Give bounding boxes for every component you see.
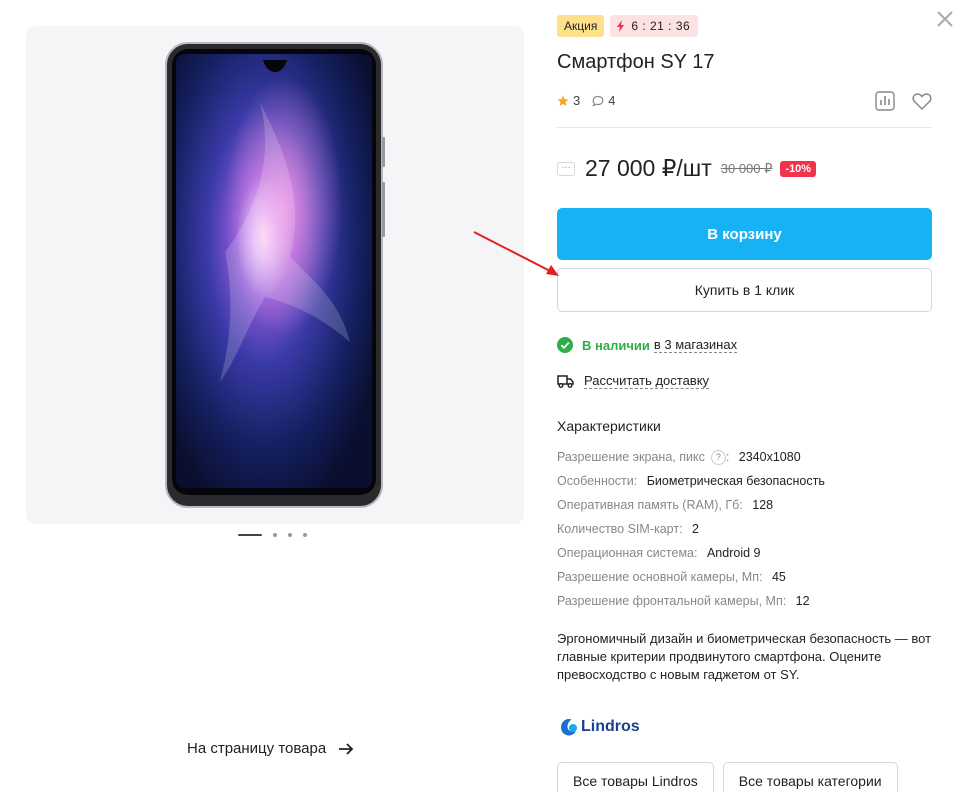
- lightning-icon: [617, 20, 625, 32]
- spec-key: Количество SIM-карт: [557, 522, 680, 536]
- all-category-products-button[interactable]: Все товары категории: [722, 762, 898, 792]
- pagination-active[interactable]: [238, 534, 262, 536]
- spec-separator: :: [739, 498, 747, 512]
- spec-separator: :: [758, 570, 766, 584]
- delivery: Рассчитать доставку: [557, 373, 710, 389]
- spec-value: 45: [771, 570, 786, 584]
- product-description: Эргономичный дизайн и биометрическая без…: [557, 631, 932, 682]
- current-price: 27 000 ₽/шт: [585, 155, 712, 181]
- discount-badge: -10%: [780, 160, 817, 177]
- gallery-pagination[interactable]: [238, 533, 307, 537]
- buy-one-click-button[interactable]: Купить в 1 клик: [557, 268, 932, 312]
- product-actions: [874, 90, 933, 112]
- pagination-dot[interactable]: [288, 533, 292, 537]
- timer-badge: 6 : 21 : 36: [610, 15, 699, 37]
- spec-key: Оперативная память (RAM), Гб: [557, 498, 740, 512]
- comments[interactable]: 4: [592, 93, 615, 108]
- product-image: [165, 42, 385, 508]
- to-product-link[interactable]: На страницу товара: [187, 740, 354, 757]
- spec-row: Особенности : Биометрическая безопасност…: [557, 469, 937, 493]
- spec-row: Операционная система : Android 9: [557, 541, 937, 565]
- spec-value: Биометрическая безопасность: [646, 474, 825, 488]
- old-price: 30 000 ₽: [720, 160, 773, 176]
- in-stock-status: В наличии: [582, 337, 650, 353]
- specs-title: Характеристики: [557, 418, 661, 434]
- spec-separator: :: [694, 546, 701, 560]
- spec-key: Особенности: [557, 474, 634, 488]
- spec-value: 2: [692, 522, 699, 536]
- spec-row: Разрешение фронтальной камеры, Мп : 12: [557, 589, 937, 613]
- spec-separator: :: [679, 522, 687, 536]
- to-product-label: На страницу товара: [187, 740, 327, 757]
- truck-icon: [557, 375, 574, 388]
- spec-row: Разрешение основной камеры, Мп : 45: [557, 565, 937, 589]
- heart-icon[interactable]: [911, 90, 933, 112]
- pagination-dot[interactable]: [303, 533, 307, 537]
- spec-row: Оперативная память (RAM), Гб : 128: [557, 493, 937, 517]
- add-to-cart-button[interactable]: В корзину: [557, 208, 932, 260]
- stores-link[interactable]: в 3 магазинах: [653, 337, 738, 353]
- spec-value: Android 9: [706, 546, 761, 560]
- rating[interactable]: 3: [557, 93, 580, 108]
- spec-row: Разрешение экрана, пикс ? : 2340x1080: [557, 445, 937, 469]
- spec-value: 12: [795, 594, 810, 608]
- comments-count: 4: [608, 93, 616, 108]
- availability: В наличии в 3 магазинах: [557, 337, 738, 353]
- timer-value: 6 : 21 : 36: [631, 19, 691, 33]
- check-circle-icon: [557, 337, 573, 353]
- spec-key: Операционная система: [557, 546, 695, 560]
- spec-separator: :: [725, 450, 733, 464]
- related-links: Все товары Lindros Все товары категории: [557, 762, 898, 792]
- product-meta: 3 4: [557, 93, 627, 108]
- spec-key: Разрешение экрана, пикс: [557, 450, 705, 464]
- brand-logo-icon: [561, 719, 577, 736]
- calc-delivery-link[interactable]: Рассчитать доставку: [584, 373, 710, 389]
- spec-separator: :: [633, 474, 641, 488]
- spec-key: Разрешение фронтальной камеры, Мп: [557, 594, 783, 608]
- annotation-arrow-icon: [473, 231, 559, 276]
- sale-badge: Акция: [557, 15, 605, 37]
- arrow-right-icon: [339, 742, 354, 755]
- spec-row: Количество SIM-карт : 2: [557, 517, 937, 541]
- close-icon[interactable]: [935, 9, 955, 29]
- compare-icon[interactable]: [874, 90, 896, 112]
- spec-value: 128: [752, 498, 774, 512]
- spec-key: Разрешение основной камеры, Мп: [557, 570, 759, 584]
- price-row: ··· 27 000 ₽/шт 30 000 ₽ -10%: [557, 155, 817, 182]
- specs-list: Разрешение экрана, пикс ? : 2340x1080 Ос…: [557, 445, 937, 613]
- product-title: Смартфон SY 17: [557, 51, 715, 73]
- spec-separator: :: [782, 594, 790, 608]
- divider: [557, 127, 932, 128]
- all-brand-products-button[interactable]: Все товары Lindros: [557, 762, 714, 792]
- comment-icon: [592, 95, 604, 107]
- brand-logo[interactable]: Lindros: [560, 717, 640, 737]
- rating-value: 3: [573, 93, 581, 108]
- brand-name: Lindros: [581, 718, 640, 735]
- star-icon: [557, 95, 569, 106]
- badges: Акция 6 : 21 : 36: [557, 15, 699, 37]
- pagination-dot[interactable]: [273, 533, 277, 537]
- help-icon[interactable]: ?: [710, 449, 726, 465]
- more-options-button[interactable]: ···: [557, 161, 575, 176]
- spec-value: 2340x1080: [738, 450, 801, 464]
